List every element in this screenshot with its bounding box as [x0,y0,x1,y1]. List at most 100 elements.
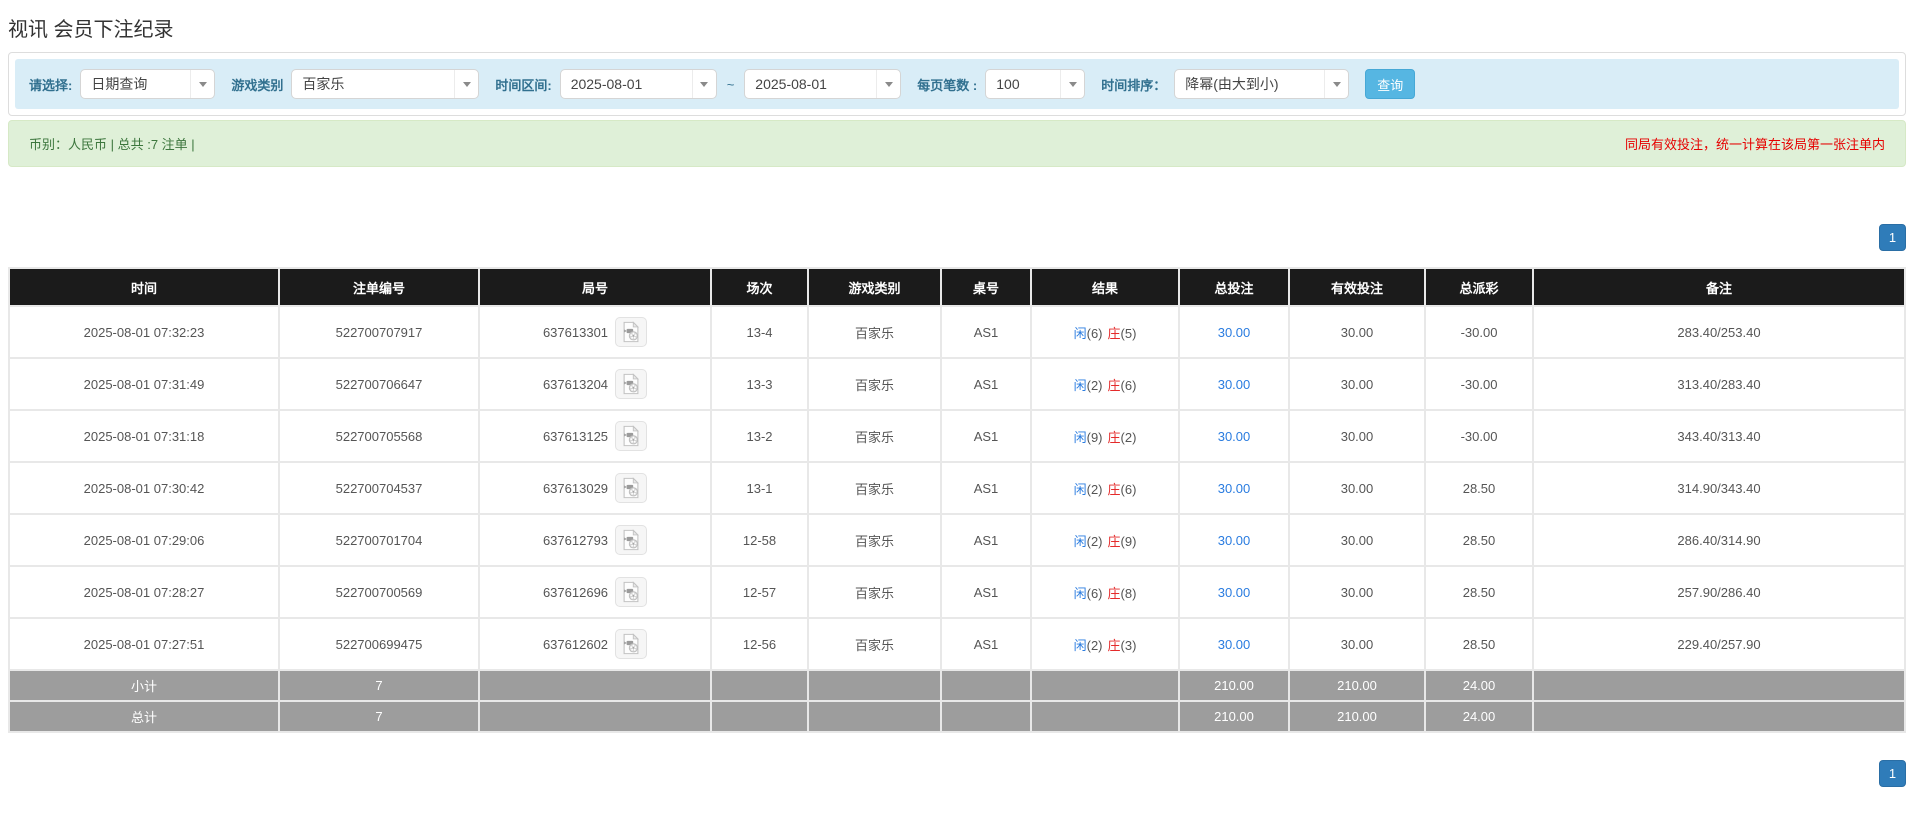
total-bet-link[interactable]: 30.00 [1218,377,1251,392]
result-player-value: (6) [1086,325,1103,341]
video-replay-button[interactable] [615,577,648,607]
sort-label: 时间排序： [1101,77,1167,93]
date-from-picker[interactable]: 2025-08-01 [559,69,717,99]
search-button[interactable]: 查询 [1365,69,1416,99]
subtotal-payout: 24.00 [1424,669,1534,702]
tilde-separator: ~ [726,76,735,92]
cell-round-id: 637612793 [478,513,712,567]
cell-payout: -30.00 [1424,357,1534,411]
currency-total-text: 币别：人民币 | 总共 :7 注单 | [29,137,195,152]
cell-game-type: 百家乐 [807,305,942,359]
result-player-label: 闲 [1073,481,1087,497]
filter-bar: 请选择: 日期查询 游戏类别 百家乐 时间区间: 2025-08-01 ~ 20… [15,59,1899,109]
result-banker-value: (8) [1120,585,1137,601]
header-round-id: 局号 [478,267,712,307]
total-bet-link[interactable]: 30.00 [1218,481,1251,496]
cell-round-id: 637613301 [478,305,712,359]
result-banker-value: (6) [1120,481,1137,497]
cell-session: 13-3 [710,357,809,411]
cell-note: 229.40/257.90 [1532,617,1906,671]
cell-payout: 28.50 [1424,461,1534,515]
query-type-dropdown[interactable]: 日期查询 [80,69,216,99]
game-type-label: 游戏类别 [231,77,284,93]
total-valid-bet: 210.00 [1288,700,1426,733]
cell-session: 13-1 [710,461,809,515]
date-to-picker[interactable]: 2025-08-01 [744,69,902,99]
cell-note: 313.40/283.40 [1532,357,1906,411]
cell-valid-bet: 30.00 [1288,565,1426,619]
header-payout: 总派彩 [1424,267,1534,307]
cell-result: 闲(9) 庄(2) [1030,409,1180,463]
total-bet-link[interactable]: 30.00 [1218,585,1251,600]
game-type-dropdown[interactable]: 百家乐 [291,69,480,99]
cell-total-bet: 30.00 [1178,357,1290,411]
video-replay-button[interactable] [615,525,648,555]
total-bet-link[interactable]: 30.00 [1218,533,1251,548]
table-header-row: 时间 注单编号 局号 场次 游戏类别 桌号 结果 总投注 有效投注 总派彩 备注 [8,267,1906,307]
cell-session: 12-57 [710,565,809,619]
cell-session: 12-58 [710,513,809,567]
table-row: 2025-08-01 07:31:49 522700706647 6376132… [8,357,1906,411]
cell-valid-bet: 30.00 [1288,461,1426,515]
cell-order-id: 522700699475 [278,617,480,671]
cell-round-id: 637613029 [478,461,712,515]
video-replay-button[interactable] [615,473,648,503]
result-banker-label: 庄 [1107,637,1121,653]
cell-time: 2025-08-01 07:31:18 [8,409,280,463]
cell-result: 闲(6) 庄(8) [1030,565,1180,619]
cell-game-type: 百家乐 [807,513,942,567]
cell-time: 2025-08-01 07:32:23 [8,305,280,359]
cell-order-id: 522700701704 [278,513,480,567]
round-id-text: 637612793 [542,532,609,548]
video-replay-button[interactable] [615,421,648,451]
cell-time: 2025-08-01 07:28:27 [8,565,280,619]
cell-game-type: 百家乐 [807,565,942,619]
cell-table-no: AS1 [940,305,1032,359]
result-banker-value: (9) [1120,533,1137,549]
video-file-icon [623,477,640,499]
cell-order-id: 522700700569 [278,565,480,619]
video-replay-button[interactable] [615,369,648,399]
cell-total-bet: 30.00 [1178,565,1290,619]
total-bet-link[interactable]: 30.00 [1218,325,1251,340]
chevron-down-icon [1324,70,1348,98]
cell-game-type: 百家乐 [807,357,942,411]
cell-valid-bet: 30.00 [1288,617,1426,671]
chevron-down-icon [691,70,716,98]
table-row: 2025-08-01 07:29:06 522700701704 6376127… [8,513,1906,567]
page-1-button[interactable]: 1 [1879,224,1906,251]
page-size-dropdown[interactable]: 100 [985,69,1086,99]
total-bet-link[interactable]: 30.00 [1218,637,1251,652]
result-player-value: (2) [1086,481,1103,497]
cell-valid-bet: 30.00 [1288,513,1426,567]
chevron-down-icon [454,70,478,98]
cell-note: 343.40/313.40 [1532,409,1906,463]
page-1-button[interactable]: 1 [1879,760,1906,787]
cell-valid-bet: 30.00 [1288,409,1426,463]
video-file-icon [623,581,640,603]
bet-records-table: 时间 注单编号 局号 场次 游戏类别 桌号 结果 总投注 有效投注 总派彩 备注… [8,267,1906,733]
result-banker-label: 庄 [1107,429,1121,445]
video-file-icon [623,529,640,551]
cell-payout: -30.00 [1424,305,1534,359]
cell-table-no: AS1 [940,409,1032,463]
cell-payout: -30.00 [1424,409,1534,463]
round-id-text: 637613125 [542,428,609,444]
cell-table-no: AS1 [940,513,1032,567]
cell-valid-bet: 30.00 [1288,305,1426,359]
result-player-value: (6) [1086,585,1103,601]
table-row: 2025-08-01 07:30:42 522700704537 6376130… [8,461,1906,515]
chevron-down-icon [1060,70,1084,98]
video-replay-button[interactable] [615,629,648,659]
valid-bet-notice-text: 同局有效投注，统一计算在该局第一张注单内 [1624,137,1885,152]
cell-order-id: 522700707917 [278,305,480,359]
cell-note: 314.90/343.40 [1532,461,1906,515]
total-row: 总计 7 210.00 210.00 24.00 [8,700,1906,733]
total-bet-link[interactable]: 30.00 [1218,429,1251,444]
cell-session: 12-56 [710,617,809,671]
sort-dropdown[interactable]: 降幂(由大到小) [1174,69,1350,99]
result-banker-label: 庄 [1107,481,1121,497]
cell-total-bet: 30.00 [1178,409,1290,463]
video-replay-button[interactable] [615,317,648,347]
cell-total-bet: 30.00 [1178,617,1290,671]
